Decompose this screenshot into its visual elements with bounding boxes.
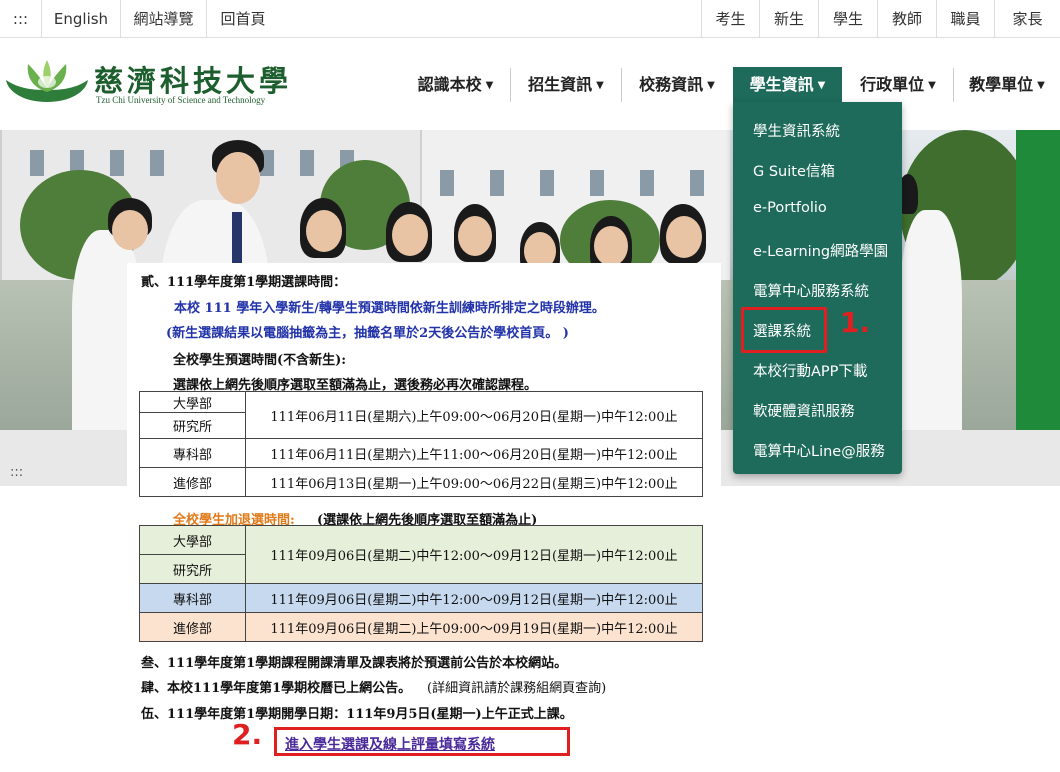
- audience-prospective[interactable]: 考生: [701, 0, 759, 38]
- top-utility-bar: ::: English 網站導覽 回首頁 考生 新生 學生 教師 職員 家長: [0, 0, 1060, 38]
- menu-elearning[interactable]: e-Learning網路學園: [753, 240, 888, 261]
- course-selection-highlight: [741, 307, 827, 353]
- caret-down-icon: ▼: [928, 80, 936, 91]
- student-figure: [900, 210, 962, 430]
- time-cell: 111年06月11日(星期六)上午11:00～06月20日(星期一)中午12:0…: [245, 438, 703, 468]
- nav-student-info[interactable]: 學生資訊 ▼: [733, 67, 842, 103]
- course-selection-system-link[interactable]: 進入學生選課及線上評量填寫系統: [274, 727, 570, 756]
- menu-mobile-app[interactable]: 本校行動APP下載: [753, 360, 867, 381]
- unit-cell: 研究所: [139, 554, 246, 584]
- nav-label: 教學單位: [969, 75, 1034, 94]
- nav-label: 校務資訊: [639, 75, 704, 94]
- caret-down-icon: ▼: [707, 80, 715, 91]
- nav-admissions[interactable]: 招生資訊 ▼: [511, 67, 621, 103]
- menu-computer-center[interactable]: 電算中心服務系統: [753, 280, 869, 301]
- section-4-text: 肆、本校111學年度第1學期校曆已上網公告。: [141, 681, 412, 696]
- nav-label: 招生資訊: [528, 75, 593, 94]
- unit-cell: 大學部: [139, 525, 246, 555]
- caret-down-icon: ▼: [1037, 80, 1045, 91]
- logo-english-name: Tzu Chi University of Science and Techno…: [96, 95, 266, 105]
- logo-chinese-name: 慈濟科技大學: [94, 64, 293, 98]
- audience-staff[interactable]: 職員: [936, 0, 994, 38]
- unit-cell: 進修部: [139, 612, 246, 642]
- section-3-text: 叁、111學年度第1學期課程開課清單及課表將於預選前公告於本校網站。: [141, 656, 568, 671]
- nav-label: 學生資訊: [749, 75, 814, 94]
- audience-students[interactable]: 學生: [818, 0, 877, 38]
- hero-side-strip: [1016, 130, 1060, 430]
- audience-faculty[interactable]: 教師: [877, 0, 936, 38]
- nav-about[interactable]: 認識本校 ▼: [402, 67, 509, 103]
- caret-down-icon: ▼: [485, 80, 494, 91]
- english-link[interactable]: English: [42, 0, 121, 38]
- nav-school-affairs[interactable]: 校務資訊 ▼: [622, 67, 732, 103]
- nav-label: 認識本校: [417, 75, 482, 94]
- menu-line-service[interactable]: 電算中心Line@服務: [753, 440, 885, 461]
- unit-cell: 專科部: [139, 583, 246, 613]
- preselect-schedule-table: 大學部 111年06月11日(星期六)上午09:00～06月20日(星期一)中午…: [139, 391, 703, 497]
- time-cell: 111年09月06日(星期二)上午09:00～09月19日(星期一)中午12:0…: [245, 612, 703, 642]
- section-4-note: (詳細資訊請於課務組網頁查詢): [427, 681, 607, 696]
- menu-software-info[interactable]: 軟硬體資訊服務: [753, 400, 855, 421]
- section-accesskey[interactable]: :::: [10, 465, 23, 480]
- time-cell: 111年06月13日(星期一)上午09:00～06月22日(星期三)中午12:0…: [245, 467, 703, 497]
- menu-gsuite-mail[interactable]: G Suite信箱: [753, 160, 835, 181]
- preselect-heading: 全校學生預選時間(不含新生):: [173, 353, 347, 368]
- unit-cell: 專科部: [139, 438, 246, 468]
- step-1-marker: 1.: [840, 306, 871, 339]
- menu-student-info-system[interactable]: 學生資訊系統: [753, 120, 840, 141]
- time-cell: 111年09月06日(星期二)中午12:00～09月12日(星期一)中午12:0…: [245, 525, 703, 584]
- unit-cell: 研究所: [139, 412, 246, 439]
- lottery-note: (新生選課結果以電腦抽籤為主，抽籤名單於2天後公告於學校首頁。 ): [166, 326, 569, 341]
- time-cell: 111年06月11日(星期六)上午09:00～06月20日(星期一)中午12:0…: [245, 391, 703, 439]
- university-logo[interactable]: 慈濟科技大學 Tzu Chi University of Science and…: [4, 56, 294, 112]
- step-2-marker: 2.: [232, 718, 263, 751]
- audience-freshmen[interactable]: 新生: [759, 0, 818, 38]
- section-2-title: 貳、111學年度第1學期選課時間：: [141, 275, 347, 290]
- home-link[interactable]: 回首頁: [207, 0, 279, 38]
- unit-cell: 進修部: [139, 467, 246, 497]
- menu-eportfolio[interactable]: e-Portfolio: [753, 200, 827, 216]
- freshmen-note: 本校 111 學年入學新生/轉學生預選時間依新生訓練時所排定之時段辦理。: [174, 301, 605, 316]
- section-5-text: 伍、111學年度第1學期開學日期：111年9月5日(星期一)上午正式上課。: [141, 707, 573, 722]
- student-info-dropdown: 學生資訊系統 G Suite信箱 e-Portfolio e-Learning網…: [733, 102, 902, 474]
- sitemap-link[interactable]: 網站導覽: [121, 0, 207, 38]
- caret-down-icon: ▼: [596, 80, 604, 91]
- time-cell: 111年09月06日(星期二)中午12:00～09月12日(星期一)中午12:0…: [245, 583, 703, 613]
- lotus-logo-icon: [6, 60, 88, 102]
- caret-down-icon: ▼: [817, 80, 826, 91]
- add-drop-schedule-table: 大學部 111年09月06日(星期二)中午12:00～09月12日(星期一)中午…: [139, 525, 703, 642]
- course-selection-link-text[interactable]: 進入學生選課及線上評量填寫系統: [285, 734, 495, 754]
- audience-parents[interactable]: 家長: [994, 0, 1060, 38]
- nav-academic-units[interactable]: 教學單位 ▼: [954, 67, 1060, 103]
- nav-administration[interactable]: 行政單位 ▼: [844, 67, 952, 103]
- accesskey-link[interactable]: :::: [0, 0, 42, 38]
- unit-cell: 大學部: [139, 391, 246, 413]
- nav-label: 行政單位: [860, 75, 925, 94]
